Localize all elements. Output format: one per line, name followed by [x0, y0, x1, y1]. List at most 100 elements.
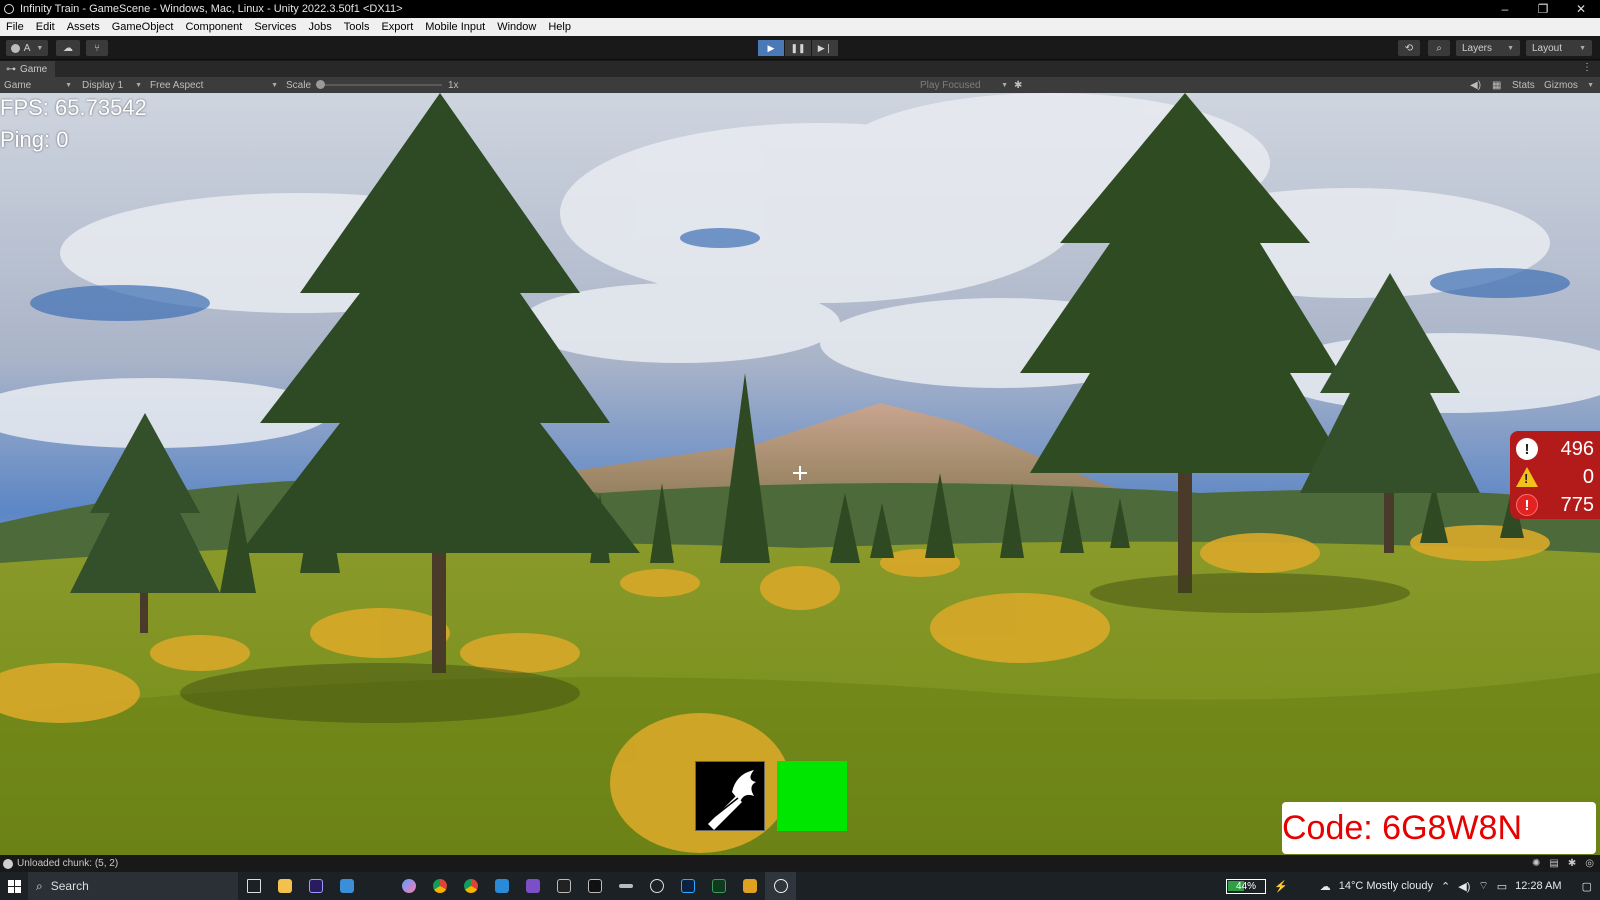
volume-icon[interactable]: ◀): [1458, 880, 1470, 893]
menu-tools[interactable]: Tools: [338, 21, 376, 33]
scale-slider-handle[interactable]: [316, 80, 325, 89]
menu-window[interactable]: Window: [491, 21, 542, 33]
cache-icon[interactable]: ▤: [1549, 858, 1558, 869]
game-viewport[interactable]: FPS: 65.73542 Ping: 0 ! 496 0 ! 775 Code…: [0, 93, 1600, 855]
copilot-icon[interactable]: [393, 872, 424, 900]
unity-hub-icon[interactable]: [641, 872, 672, 900]
menu-jobs[interactable]: Jobs: [303, 21, 338, 33]
history-button[interactable]: ⟲: [1398, 40, 1420, 56]
grid-icon[interactable]: ▦: [1492, 77, 1501, 93]
menu-mobile-input[interactable]: Mobile Input: [419, 21, 491, 33]
layout-dropdown[interactable]: Layout ▼: [1526, 40, 1592, 56]
game-view-toolbar: Game ▼ Display 1 ▼ Free Aspect ▼ Scale 1…: [0, 77, 1600, 93]
window-controls: – ❐ ✕: [1486, 0, 1600, 18]
restore-button[interactable]: ❐: [1524, 0, 1562, 18]
store-icon[interactable]: [331, 872, 362, 900]
speaker-icon[interactable]: ◀): [1470, 77, 1481, 93]
hotbar-slot-2[interactable]: [777, 761, 847, 831]
bug-icon[interactable]: ✱: [1014, 77, 1022, 93]
info-icon: !: [1516, 438, 1538, 460]
hotbar-slot-torch[interactable]: [695, 761, 765, 831]
chevron-up-icon[interactable]: ⌃: [1441, 880, 1450, 893]
chrome-icon[interactable]: [424, 872, 455, 900]
pause-button[interactable]: ❚❚: [785, 40, 811, 56]
stats-button[interactable]: Stats: [1512, 77, 1535, 93]
taskbar-search[interactable]: ⌕ Search: [28, 872, 238, 900]
layers-dropdown[interactable]: Layers ▼: [1456, 40, 1520, 56]
wifi-icon[interactable]: ⌔: [1478, 879, 1488, 893]
gamepad-icon: ⊶: [6, 63, 16, 75]
file-explorer-icon[interactable]: [269, 872, 300, 900]
close-button[interactable]: ✕: [1562, 0, 1600, 18]
lighting-icon[interactable]: ✺: [1532, 858, 1540, 869]
menu-help[interactable]: Help: [542, 21, 577, 33]
minimize-button[interactable]: –: [1486, 0, 1524, 18]
premiere-icon[interactable]: [300, 872, 331, 900]
play-focus-dropdown[interactable]: Play Focused ▼: [920, 77, 1008, 93]
visual-studio-icon[interactable]: [517, 872, 548, 900]
chevron-down-icon: ▼: [1579, 44, 1586, 52]
menu-component[interactable]: Component: [179, 21, 248, 33]
minus-app-icon[interactable]: [610, 872, 641, 900]
photoshop-icon[interactable]: [672, 872, 703, 900]
menu-export[interactable]: Export: [375, 21, 419, 33]
vscode-icon[interactable]: [486, 872, 517, 900]
menu-gameobject[interactable]: GameObject: [106, 21, 180, 33]
cloud-icon: ☁: [63, 42, 73, 54]
weather-icon[interactable]: ☁: [1320, 880, 1331, 893]
battery-percent: 44%: [1236, 880, 1257, 892]
chevron-down-icon: ▼: [135, 81, 142, 89]
rider-icon[interactable]: [548, 872, 579, 900]
clock[interactable]: 12:28 AM: [1515, 880, 1561, 892]
task-view-icon[interactable]: [238, 872, 269, 900]
cloud-button[interactable]: ☁: [56, 40, 80, 56]
lightning-app-icon[interactable]: [362, 872, 393, 900]
scale-label: Scale: [286, 79, 312, 91]
collab-button[interactable]: ⑂: [86, 40, 108, 56]
check-icon[interactable]: ◎: [1585, 858, 1594, 869]
chevron-down-icon: ▼: [271, 81, 278, 89]
error-count: 775: [1560, 493, 1594, 516]
step-button[interactable]: ▶❘: [812, 40, 838, 56]
more-options-icon[interactable]: ⋮: [1582, 62, 1592, 73]
battery-icon[interactable]: ▭: [1497, 880, 1507, 893]
info-count-row: ! 496: [1516, 435, 1594, 463]
git-icon[interactable]: [734, 872, 765, 900]
status-bar: Unloaded chunk: (5, 2) ✺ ▤ ✱ ◎: [0, 855, 1600, 872]
gizmos-dropdown[interactable]: Gizmos ▼: [1544, 77, 1594, 93]
terminal-icon[interactable]: [703, 872, 734, 900]
search-button[interactable]: ⌕: [1428, 40, 1450, 56]
console-counts-panel[interactable]: ! 496 0 ! 775: [1510, 431, 1600, 519]
pycharm-icon[interactable]: [579, 872, 610, 900]
window-title: Infinity Train - GameScene - Windows, Ma…: [20, 3, 403, 15]
debug-icon[interactable]: ✱: [1568, 858, 1576, 869]
start-button[interactable]: [0, 872, 28, 900]
tab-game-label: Game: [20, 63, 48, 75]
display-dropdown[interactable]: Display 1 ▼: [82, 77, 142, 93]
crosshair-icon: [793, 466, 807, 480]
chrome-icon-2[interactable]: [455, 872, 486, 900]
menu-file[interactable]: File: [0, 21, 30, 33]
window-titlebar: Infinity Train - GameScene - Windows, Ma…: [0, 0, 1600, 18]
unity-editor-icon[interactable]: [765, 872, 796, 900]
chevron-down-icon: ▼: [65, 81, 72, 89]
menu-assets[interactable]: Assets: [61, 21, 106, 33]
play-focus-label: Play Focused: [920, 79, 981, 91]
chevron-down-icon: ▼: [1587, 81, 1594, 89]
scale-slider-track[interactable]: [322, 84, 442, 86]
warning-count-row: 0: [1516, 463, 1594, 491]
weather-text[interactable]: 14°C Mostly cloudy: [1339, 880, 1433, 892]
account-dropdown[interactable]: A ▼: [6, 40, 48, 56]
aspect-dropdown[interactable]: Free Aspect ▼: [150, 77, 278, 93]
battery-indicator[interactable]: 44%: [1226, 878, 1267, 894]
view-mode-dropdown[interactable]: Game ▼: [4, 77, 72, 93]
status-message[interactable]: Unloaded chunk: (5, 2): [17, 858, 118, 869]
menu-edit[interactable]: Edit: [30, 21, 61, 33]
room-code: Code: 6G8W8N: [1282, 802, 1596, 854]
notifications-icon[interactable]: ▢: [1582, 880, 1592, 893]
menu-services[interactable]: Services: [248, 21, 302, 33]
chevron-down-icon: ▼: [1507, 44, 1514, 52]
play-button[interactable]: ▶: [758, 40, 784, 56]
tab-game[interactable]: ⊶ Game: [0, 61, 56, 77]
info-icon: [3, 858, 13, 869]
